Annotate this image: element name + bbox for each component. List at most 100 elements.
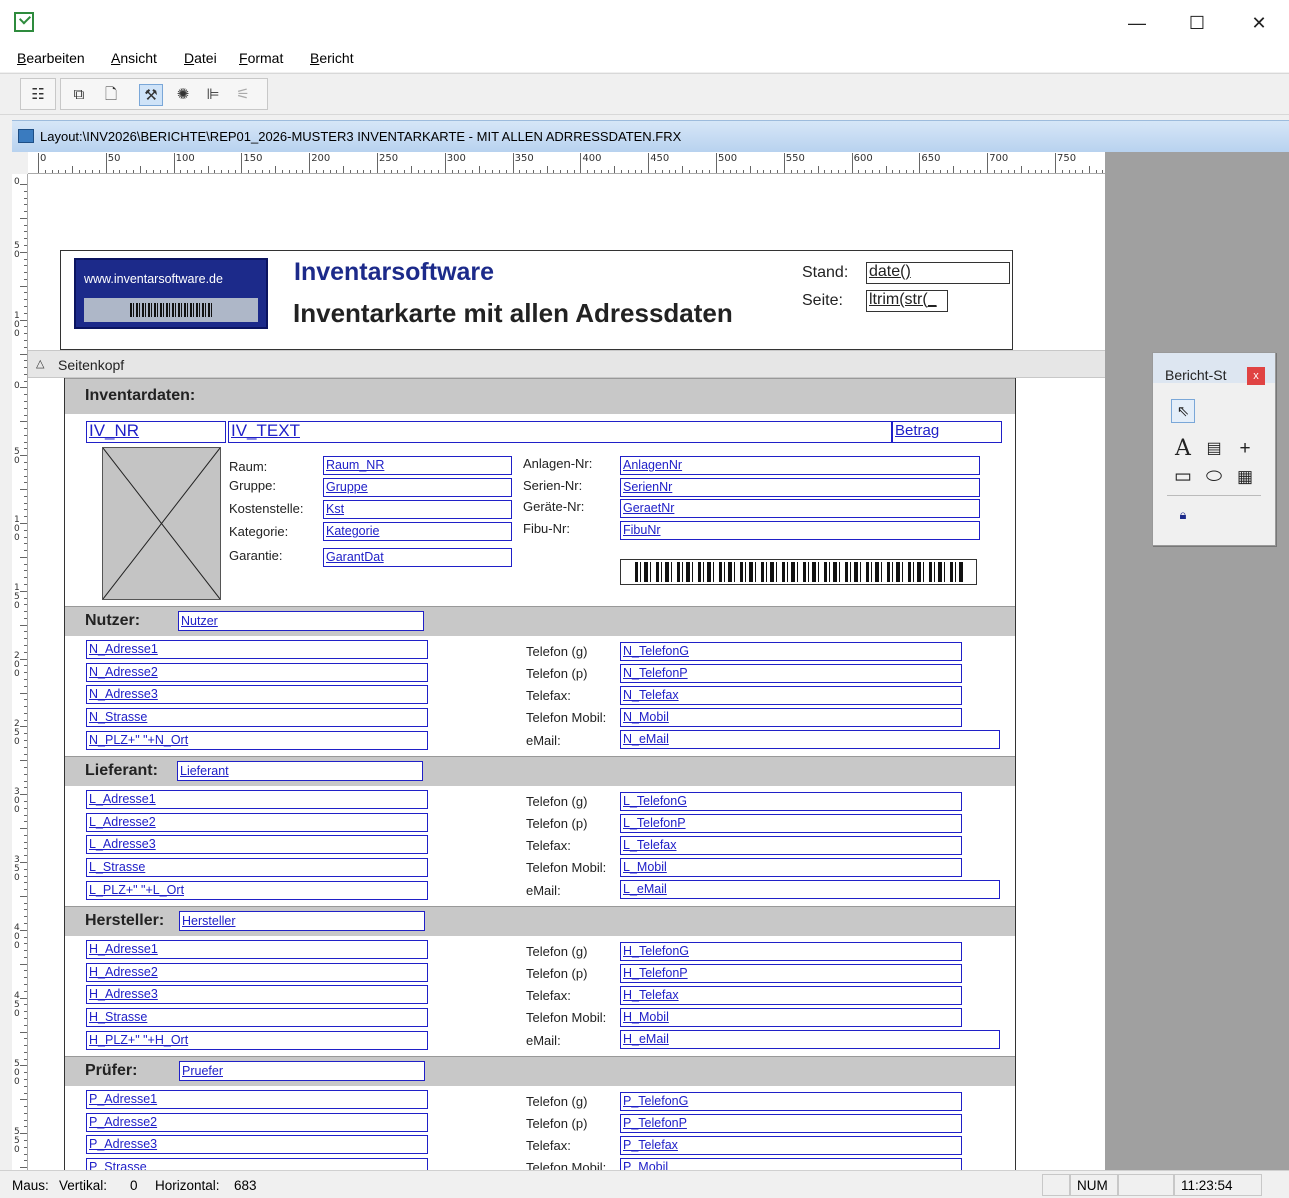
section-main-field[interactable]: Pruefer (179, 1061, 425, 1081)
contact-field[interactable]: P_Mobil (620, 1158, 962, 1170)
address-field[interactable]: N_Strasse (86, 708, 428, 727)
contact-label[interactable]: Telefon (g) (526, 644, 587, 659)
contact-field[interactable]: H_TelefonG (620, 942, 962, 961)
contact-field[interactable]: L_TelefonP (620, 814, 962, 833)
contact-field[interactable]: H_Telefax (620, 986, 962, 1005)
menu-format[interactable]: Format (239, 50, 283, 66)
contact-label[interactable]: Telefon Mobil: (526, 1160, 606, 1170)
inv-field[interactable]: Gruppe (323, 478, 512, 497)
address-field[interactable]: P_Strasse (86, 1158, 428, 1170)
inv-label[interactable]: Kategorie: (229, 524, 288, 539)
address-field[interactable]: H_Adresse1 (86, 940, 428, 959)
menu-bericht[interactable]: Bericht (310, 50, 354, 66)
address-field[interactable]: P_Adresse3 (86, 1135, 428, 1154)
field-tool-icon[interactable]: ▤ (1202, 437, 1226, 461)
contact-field[interactable]: H_eMail (620, 1030, 1000, 1049)
inv-label[interactable]: Geräte-Nr: (523, 499, 584, 514)
address-field[interactable]: H_Adresse3 (86, 985, 428, 1004)
band-collapse-icon[interactable]: △ (36, 357, 44, 370)
contact-label[interactable]: Telefax: (526, 838, 571, 853)
lock-icon[interactable]: 🔒︎ (1171, 503, 1195, 527)
contact-field[interactable]: H_TelefonP (620, 964, 962, 983)
inv-label[interactable]: Anlagen-Nr: (523, 456, 592, 471)
report-canvas[interactable]: www.inventarsoftware.de Inventarsoftware… (28, 174, 1105, 1170)
address-field[interactable]: N_Adresse2 (86, 663, 428, 682)
inv-field[interactable]: FibuNr (620, 521, 980, 540)
inv-field[interactable]: Kategorie (323, 522, 512, 541)
contact-field[interactable]: N_Mobil (620, 708, 962, 727)
address-field[interactable]: L_Adresse3 (86, 835, 428, 854)
inv-field[interactable]: SerienNr (620, 478, 980, 497)
address-field[interactable]: P_Adresse2 (86, 1113, 428, 1132)
contact-field[interactable]: N_TelefonG (620, 642, 962, 661)
palette-title-bar[interactable]: Bericht-St x (1153, 353, 1275, 385)
field-list-icon[interactable]: ☷ (26, 84, 50, 106)
iv-text-field[interactable]: IV_TEXT (228, 421, 892, 443)
contact-field[interactable]: L_TelefonG (620, 792, 962, 811)
page-setup-icon[interactable]: 🗋 (99, 84, 123, 106)
contact-label[interactable]: Telefon (p) (526, 666, 587, 681)
contact-field[interactable]: N_TelefonP (620, 664, 962, 683)
contact-label[interactable]: Telefon (g) (526, 1094, 587, 1109)
address-field[interactable]: H_Strasse (86, 1008, 428, 1027)
report-subtitle[interactable]: Inventarkarte mit allen Adressdaten (293, 298, 733, 329)
section-header-inventardaten[interactable]: Inventardaten: (65, 378, 1015, 414)
inv-field[interactable]: GarantDat (323, 548, 512, 567)
contact-label[interactable]: Telefon (g) (526, 944, 587, 959)
menu-bearbeiten[interactable]: Bearbeiten (17, 50, 85, 66)
barcode-field[interactable] (620, 559, 977, 585)
contact-field[interactable]: N_eMail (620, 730, 1000, 749)
stand-label[interactable]: Stand: (802, 264, 848, 282)
inv-field[interactable]: GeraetNr (620, 499, 980, 518)
betrag-field[interactable]: Betrag (892, 421, 1002, 443)
inv-field[interactable]: Kst (323, 500, 512, 519)
report-title[interactable]: Inventarsoftware (294, 258, 494, 287)
section-main-field[interactable]: Lieferant (177, 761, 423, 781)
inv-label[interactable]: Gruppe: (229, 478, 276, 493)
label-tool-icon[interactable]: A (1171, 437, 1195, 461)
contact-field[interactable]: P_TelefonG (620, 1092, 962, 1111)
layout-icon[interactable]: ⊫ (201, 84, 225, 106)
address-field[interactable]: L_PLZ+" "+L_Ort (86, 881, 428, 900)
contact-label[interactable]: Telefon (p) (526, 966, 587, 981)
rounded-rect-tool-icon[interactable]: ⬭ (1202, 465, 1226, 489)
contact-field[interactable]: P_Telefax (620, 1136, 962, 1155)
contact-label[interactable]: Telefon (p) (526, 816, 587, 831)
iv-nr-field[interactable]: IV_NR (86, 421, 226, 443)
contact-field[interactable]: L_Telefax (620, 836, 962, 855)
menu-ansicht[interactable]: Ansicht (111, 50, 157, 66)
inv-label[interactable]: Kostenstelle: (229, 501, 303, 516)
contact-label[interactable]: eMail: (526, 883, 561, 898)
contact-field[interactable]: P_TelefonP (620, 1114, 962, 1133)
address-field[interactable]: L_Adresse1 (86, 790, 428, 809)
menu-datei[interactable]: Datei (184, 50, 217, 66)
inv-field[interactable]: Raum_NR (323, 456, 512, 475)
logo[interactable]: www.inventarsoftware.de (74, 258, 268, 329)
line-tool-icon[interactable]: + (1233, 437, 1257, 461)
picture-placeholder[interactable] (102, 447, 221, 600)
contact-label[interactable]: Telefon Mobil: (526, 1010, 606, 1025)
address-field[interactable]: H_PLZ+" "+H_Ort (86, 1031, 428, 1050)
inv-label[interactable]: Serien-Nr: (523, 478, 582, 493)
stand-field[interactable]: date() (866, 262, 1010, 284)
contact-label[interactable]: Telefon (g) (526, 794, 587, 809)
contact-field[interactable]: L_eMail (620, 880, 1000, 899)
minimize-button[interactable]: — (1117, 8, 1157, 38)
address-field[interactable]: N_Adresse3 (86, 685, 428, 704)
picture-tool-icon[interactable]: ▦ (1233, 465, 1257, 489)
inv-field[interactable]: AnlagenNr (620, 456, 980, 475)
align-icon[interactable]: ⚟ (231, 84, 255, 106)
contact-label[interactable]: Telefon Mobil: (526, 860, 606, 875)
address-field[interactable]: N_Adresse1 (86, 640, 428, 659)
contact-field[interactable]: N_Telefax (620, 686, 962, 705)
section-main-field[interactable]: Nutzer (178, 611, 424, 631)
address-field[interactable]: P_Adresse1 (86, 1090, 428, 1109)
address-field[interactable]: L_Adresse2 (86, 813, 428, 832)
data-env-icon[interactable]: ⧉ (67, 84, 91, 106)
contact-label[interactable]: Telefax: (526, 1138, 571, 1153)
address-field[interactable]: N_PLZ+" "+N_Ort (86, 731, 428, 750)
report-controls-palette[interactable]: Bericht-St x ⇖ A ▤ + ▭ ⬭ ▦ 🔒︎ (1152, 352, 1276, 546)
contact-field[interactable]: L_Mobil (620, 858, 962, 877)
contact-label[interactable]: eMail: (526, 1033, 561, 1048)
maximize-button[interactable]: ☐ (1177, 8, 1217, 38)
